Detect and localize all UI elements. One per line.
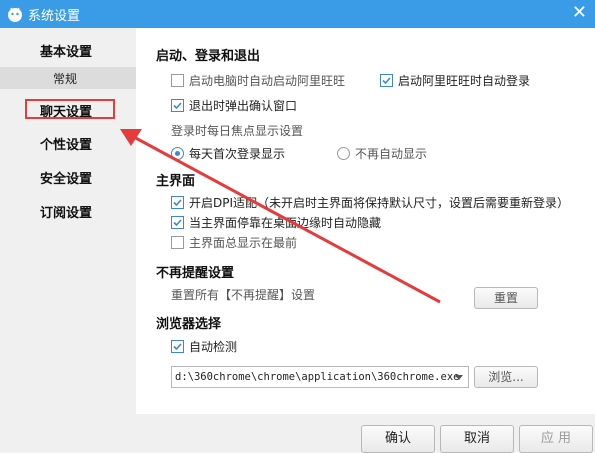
reset-button[interactable]: 重置 [474, 287, 538, 309]
radio-selected-icon [171, 147, 184, 160]
auto-detect-checkbox[interactable]: 自动检测 [171, 338, 237, 355]
annotation-highlight-box [25, 99, 115, 119]
chevron-down-icon [455, 375, 463, 380]
browser-path-value: d:\360chrome\chrome\application\360chrom… [175, 371, 460, 383]
focus-daily-radio[interactable]: 每天首次登录显示 [171, 145, 285, 162]
window-title: 系统设置 [28, 9, 81, 24]
sidebar-item-label: 安全设置 [40, 172, 93, 187]
reset-text: 重置所有【不再提醒】设置 [171, 288, 316, 302]
always-on-top-checkbox[interactable]: 主界面总显示在最前 [171, 234, 297, 251]
sidebar-item-personal[interactable]: 个性设置 [0, 134, 136, 154]
sidebar-item-security[interactable]: 安全设置 [0, 168, 136, 188]
sidebar: 基本设置 常规 聊天设置 个性设置 安全设置 订阅设置 [0, 28, 136, 414]
sidebar-item-label: 个性设置 [40, 138, 93, 153]
checkbox-icon [171, 236, 184, 249]
sidebar-item-label: 基本设置 [40, 45, 93, 60]
sidebar-item-basic[interactable]: 基本设置 [0, 41, 136, 61]
focus-never-radio[interactable]: 不再自动显示 [337, 145, 427, 162]
auto-start-checkbox[interactable]: 启动电脑时自动启动阿里旺旺 [171, 72, 345, 89]
close-icon[interactable]: ✕ [572, 2, 587, 24]
cancel-button[interactable]: 取消 [440, 425, 514, 453]
checkbox-checked-icon [171, 216, 184, 229]
checkbox-icon [171, 74, 184, 87]
sidebar-item-general[interactable]: 常规 [0, 67, 136, 89]
apply-button[interactable]: 应 用 [519, 425, 593, 453]
dpi-adapt-checkbox[interactable]: 开启DPI适配（未开启时主界面将保持默认尺寸，设置后需要重新登录） [171, 194, 569, 211]
auto-hide-checkbox[interactable]: 当主界面停靠在桌面边缘时自动隐藏 [171, 214, 381, 231]
checkbox-checked-icon [171, 196, 184, 209]
sidebar-item-label: 订阅设置 [40, 206, 93, 221]
confirm-button[interactable]: 确认 [361, 425, 435, 453]
app-logo-icon [8, 7, 22, 22]
browser-path-select[interactable]: d:\360chrome\chrome\application\360chrom… [171, 366, 469, 388]
radio-icon [337, 147, 350, 160]
section-title-no-remind: 不再提醒设置 [156, 266, 235, 281]
dialog-footer: 确认 取消 应 用 [0, 414, 595, 453]
section-title-main: 主界面 [156, 174, 196, 189]
browse-button[interactable]: 浏览... [474, 366, 538, 388]
section-title-browser: 浏览器选择 [156, 317, 222, 332]
sidebar-item-label: 常规 [53, 72, 78, 86]
section-title-login: 启动、登录和退出 [156, 49, 261, 64]
checkbox-checked-icon [380, 74, 393, 87]
auto-login-checkbox[interactable]: 启动阿里旺旺时自动登录 [380, 72, 530, 89]
checkbox-checked-icon [171, 99, 184, 112]
exit-confirm-checkbox[interactable]: 退出时弹出确认窗口 [171, 97, 297, 114]
sidebar-item-subscription[interactable]: 订阅设置 [0, 202, 136, 222]
checkbox-checked-icon [171, 340, 184, 353]
title-bar: 系统设置 ✕ [0, 0, 595, 28]
focus-setting-label: 登录时每日焦点显示设置 [171, 124, 304, 138]
